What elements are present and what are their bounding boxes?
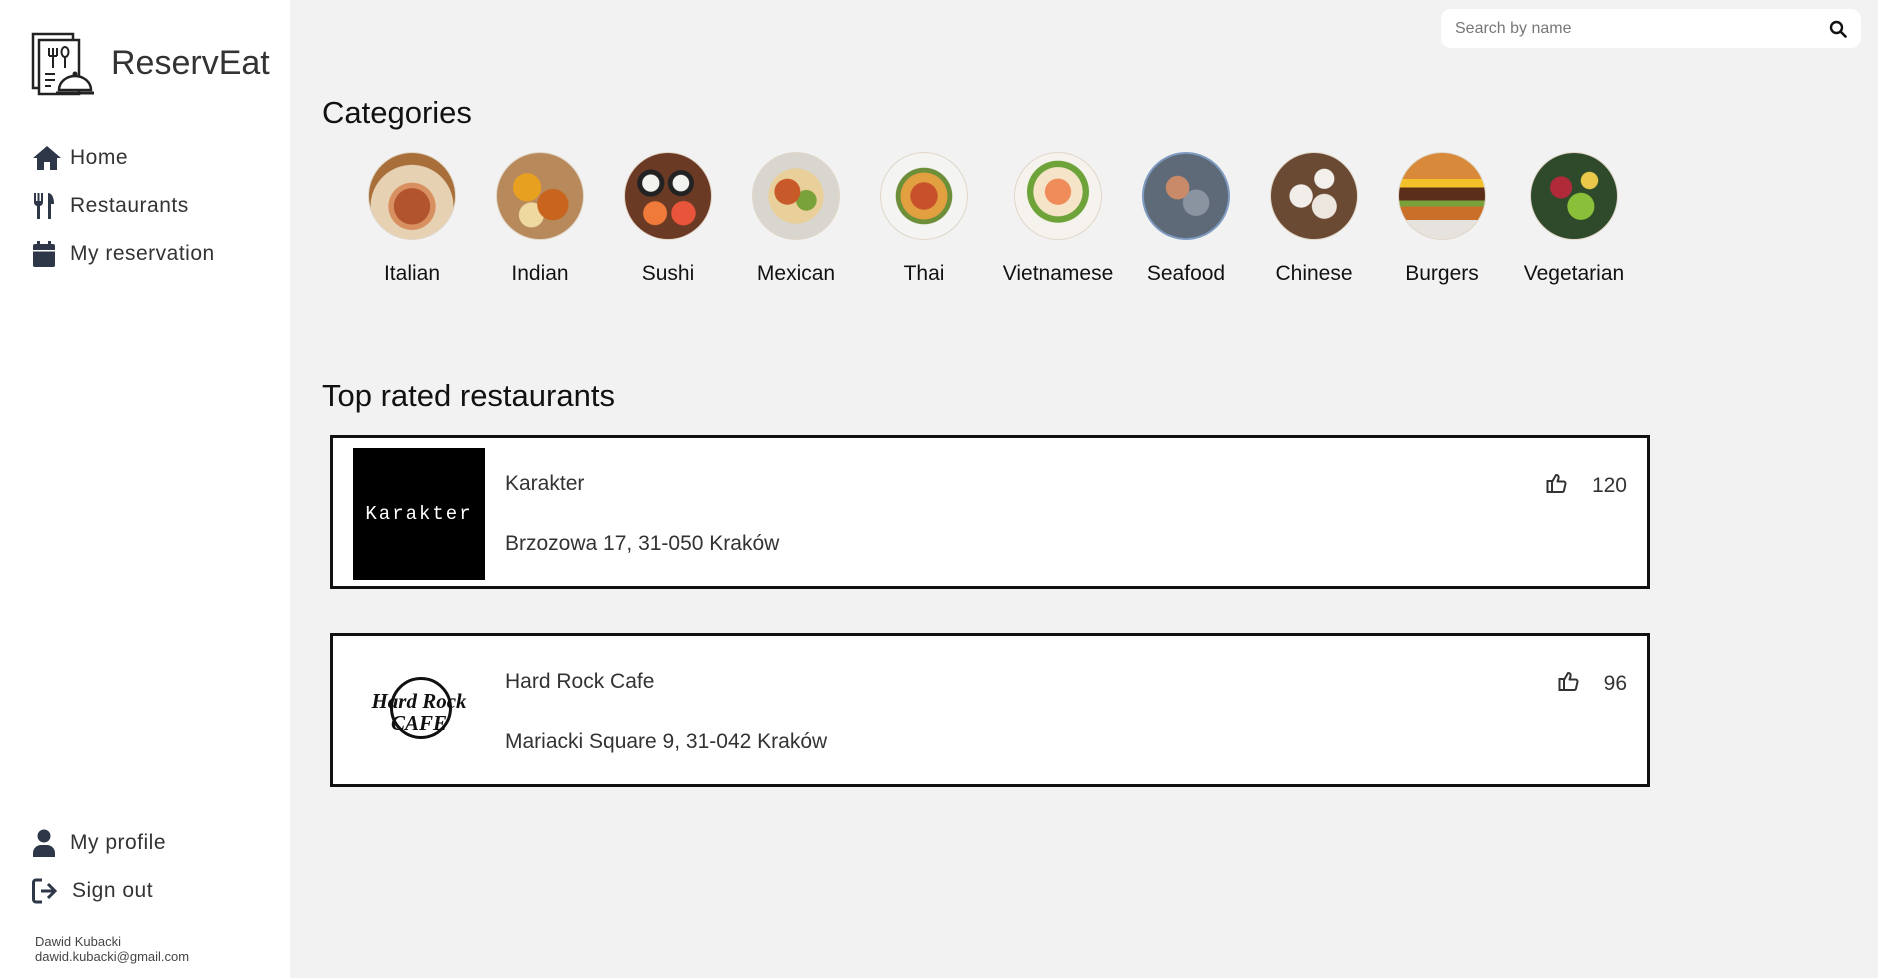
restaurant-logo-text: Hard Rock CAFE — [371, 689, 467, 735]
user-icon — [32, 829, 66, 857]
search-icon[interactable] — [1829, 20, 1847, 43]
category-vegetarian[interactable]: Vegetarian — [1514, 152, 1634, 286]
nav-item-sign-out[interactable]: Sign out — [32, 867, 166, 915]
likes-count: 96 — [1603, 672, 1627, 695]
categories-heading: Categories — [322, 95, 472, 130]
main-nav: Home Restaurants My reservation — [32, 134, 215, 278]
category-seafood[interactable]: Seafood — [1126, 152, 1246, 286]
category-label: Italian — [383, 262, 441, 285]
restaurant-logo: Karakter — [353, 448, 485, 580]
category-image — [496, 152, 584, 240]
category-label: Indian — [511, 262, 569, 285]
category-label: Thai — [903, 262, 945, 285]
nav-item-label: Home — [70, 146, 129, 169]
restaurant-menu-logo-icon — [31, 32, 94, 96]
nav-item-my-reservation[interactable]: My reservation — [32, 230, 215, 278]
category-label: Mexican — [756, 262, 836, 285]
restaurant-name: Hard Rock Cafe — [505, 670, 655, 693]
restaurant-logo: Hard Rock CAFE — [353, 646, 485, 778]
user-name: Dawid Kubacki — [35, 934, 121, 949]
likes-count: 120 — [1591, 474, 1627, 497]
category-indian[interactable]: Indian — [480, 152, 600, 286]
restaurant-name: Karakter — [505, 472, 585, 495]
category-label: Chinese — [1275, 262, 1353, 285]
category-image — [1398, 152, 1486, 240]
restaurant-card-karakter[interactable]: Karakter Karakter Brzozowa 17, 31-050 Kr… — [330, 435, 1650, 589]
nav-item-my-profile[interactable]: My profile — [32, 819, 166, 867]
restaurant-address: Mariacki Square 9, 31-042 Kraków — [505, 730, 828, 753]
category-image — [752, 152, 840, 240]
category-label: Seafood — [1146, 262, 1226, 285]
utensils-icon — [32, 192, 66, 220]
home-icon — [32, 145, 66, 171]
category-label: Sushi — [641, 262, 695, 285]
category-chinese[interactable]: Chinese — [1254, 152, 1374, 286]
nav-item-restaurants[interactable]: Restaurants — [32, 182, 215, 230]
category-vietnamese[interactable]: Vietnamese — [998, 152, 1118, 286]
likes: 96 — [1558, 670, 1627, 698]
category-image — [1270, 152, 1358, 240]
restaurant-logo-text: Karakter — [365, 503, 473, 525]
nav-item-label: My reservation — [70, 242, 215, 265]
category-label: Vietnamese — [1002, 262, 1114, 285]
restaurant-address: Brzozowa 17, 31-050 Kraków — [505, 532, 780, 555]
category-burgers[interactable]: Burgers — [1382, 152, 1502, 286]
top-rated-heading: Top rated restaurants — [322, 378, 615, 413]
category-image — [1530, 152, 1618, 240]
category-italian[interactable]: Italian — [352, 152, 472, 286]
restaurant-card-hard-rock-cafe[interactable]: Hard Rock CAFE Hard Rock Cafe Mariacki S… — [330, 633, 1650, 787]
sidebar: ReservEat Home Restaurants My reservatio… — [0, 0, 290, 978]
category-sushi[interactable]: Sushi — [608, 152, 728, 286]
category-image — [368, 152, 456, 240]
category-image — [1142, 152, 1230, 240]
category-image — [624, 152, 712, 240]
user-email: dawid.kubacki@gmail.com — [35, 949, 190, 964]
category-mexican[interactable]: Mexican — [736, 152, 856, 286]
calendar-icon — [32, 241, 66, 267]
category-image — [880, 152, 968, 240]
category-thai[interactable]: Thai — [864, 152, 984, 286]
search-bar — [1441, 9, 1861, 48]
category-label: Vegetarian — [1523, 262, 1625, 285]
thumbs-up-icon[interactable] — [1546, 472, 1568, 500]
user-info: Dawid Kubacki dawid.kubacki@gmail.com — [35, 934, 189, 964]
nav-item-label: My profile — [70, 831, 167, 854]
nav-item-label: Restaurants — [70, 194, 189, 217]
thumbs-up-icon[interactable] — [1558, 670, 1580, 698]
brand[interactable]: ReservEat — [29, 30, 270, 100]
nav-item-home[interactable]: Home — [32, 134, 215, 182]
sign-out-icon — [32, 878, 66, 904]
category-label: Burgers — [1405, 262, 1479, 285]
search-input[interactable] — [1453, 18, 1817, 39]
account-nav: My profile Sign out — [32, 819, 166, 915]
category-image — [1014, 152, 1102, 240]
nav-item-label: Sign out — [72, 879, 154, 902]
brand-name: ReservEat — [111, 43, 270, 82]
likes: 120 — [1546, 472, 1627, 500]
